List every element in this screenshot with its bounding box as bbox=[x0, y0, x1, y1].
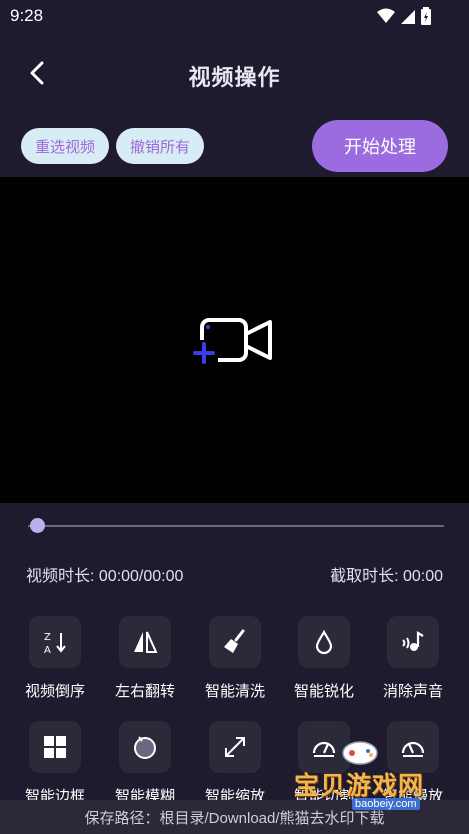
blur-icon bbox=[119, 721, 171, 773]
timeline-slider[interactable] bbox=[28, 516, 444, 536]
scale-icon bbox=[209, 721, 261, 773]
add-video-icon bbox=[192, 318, 272, 366]
tool-smart-frame[interactable]: 智能边框 bbox=[15, 721, 95, 806]
tool-flip-horizontal[interactable]: 左右翻转 bbox=[105, 616, 185, 701]
tool-smart-clean[interactable]: 智能清洗 bbox=[195, 616, 275, 701]
wifi-icon bbox=[377, 8, 395, 23]
tool-remove-audio[interactable]: 消除声音 bbox=[373, 616, 453, 701]
page-title: 视频操作 bbox=[188, 65, 281, 90]
clip-duration-text: 截取时长: 00:00 bbox=[330, 568, 443, 585]
tool-smart-sharpen[interactable]: 智能锐化 bbox=[284, 616, 364, 701]
tool-smart-scale[interactable]: 智能缩放 bbox=[195, 721, 275, 806]
status-bar: 9:28 bbox=[0, 0, 469, 32]
svg-text:Z: Z bbox=[44, 632, 51, 643]
flip-horizontal-icon bbox=[119, 616, 171, 668]
site-watermark: 宝贝游戏网 baobeiy.com bbox=[290, 738, 440, 810]
drop-icon bbox=[298, 616, 350, 668]
video-duration-text: 视频时长: 00:00/00:00 bbox=[26, 568, 184, 585]
reselect-video-button[interactable]: 重选视频 bbox=[21, 128, 109, 164]
mute-note-icon bbox=[387, 616, 439, 668]
gamepad-logo-icon bbox=[342, 741, 378, 765]
tool-smart-blur[interactable]: 智能模糊 bbox=[105, 721, 185, 806]
slider-track bbox=[28, 525, 444, 527]
watermark-brand: 宝贝游戏网 bbox=[294, 772, 425, 800]
tool-label: 智能锐化 bbox=[293, 683, 354, 700]
watermark-url: baobeiy.com bbox=[352, 798, 420, 810]
broom-icon bbox=[209, 616, 261, 668]
tool-label: 消除声音 bbox=[382, 683, 443, 700]
system-icons bbox=[377, 7, 431, 25]
sort-reverse-icon: ZA bbox=[29, 616, 81, 668]
add-video-button[interactable] bbox=[192, 314, 276, 366]
tool-label: 视频倒序 bbox=[24, 683, 85, 700]
title-bar: 视频操作 bbox=[0, 32, 469, 114]
save-path-text: 保存路径：根目录/Download/熊猫去水印下载 bbox=[84, 809, 385, 827]
svg-text:A: A bbox=[44, 645, 51, 656]
frame-icon bbox=[29, 721, 81, 773]
slider-thumb[interactable] bbox=[30, 518, 45, 533]
tool-label: 左右翻转 bbox=[114, 683, 175, 700]
tool-video-reverse[interactable]: ZA 视频倒序 bbox=[15, 616, 95, 701]
signal-icon bbox=[401, 10, 415, 24]
status-time: 9:28 bbox=[10, 6, 44, 25]
battery-icon bbox=[421, 7, 431, 25]
tool-label: 智能清洗 bbox=[204, 683, 265, 700]
start-processing-button[interactable]: 开始处理 bbox=[312, 120, 448, 172]
undo-all-button[interactable]: 撤销所有 bbox=[116, 128, 204, 164]
